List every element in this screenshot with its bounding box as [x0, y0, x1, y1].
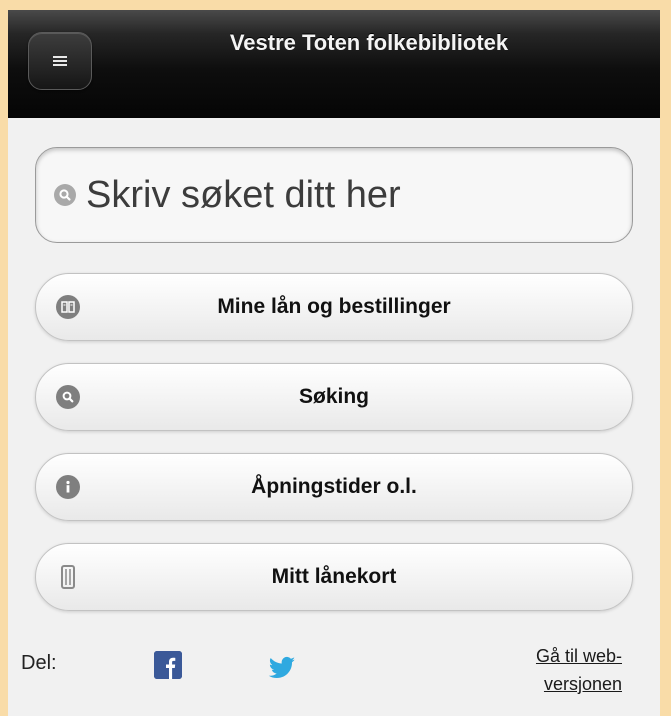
app-title: Vestre Toten folkebibliotek: [229, 30, 509, 55]
nav-button-loans[interactable]: Mine lån og bestillinger: [35, 273, 633, 341]
nav-button-library-card[interactable]: Mitt lånekort: [35, 543, 633, 611]
share-label: Del:: [21, 652, 57, 674]
app-header: Vestre Toten folkebibliotek: [8, 10, 660, 118]
nav-button-search[interactable]: Søking: [35, 363, 633, 431]
nav-button-opening-hours[interactable]: Åpningstider o.l.: [35, 453, 633, 521]
menu-button[interactable]: [28, 32, 92, 90]
nav-button-library-card-label: Mitt lånekort: [271, 565, 397, 588]
web-version-link-line1: Gå til web-: [535, 646, 622, 666]
nav-button-opening-hours-label: Åpningstider o.l.: [251, 475, 417, 498]
facebook-icon[interactable]: [154, 651, 182, 679]
search-icon: [54, 184, 76, 206]
twitter-icon[interactable]: [267, 656, 297, 680]
hamburger-menu-icon: [53, 56, 67, 66]
search-box[interactable]: [35, 147, 633, 243]
main-content: Mine lån og bestillinger Søking Åpningst…: [8, 118, 660, 716]
footer: Del: Gå til web- versjonen: [8, 618, 660, 716]
search-input[interactable]: [86, 173, 606, 217]
mobile-app-frame: Vestre Toten folkebibliotek Mine l: [8, 10, 660, 716]
nav-button-search-label: Søking: [298, 385, 369, 408]
nav-button-loans-label: Mine lån og bestillinger: [217, 295, 451, 318]
web-version-link-line2: versjonen: [543, 674, 622, 694]
web-version-link[interactable]: Gå til web- versjonen: [536, 642, 622, 698]
